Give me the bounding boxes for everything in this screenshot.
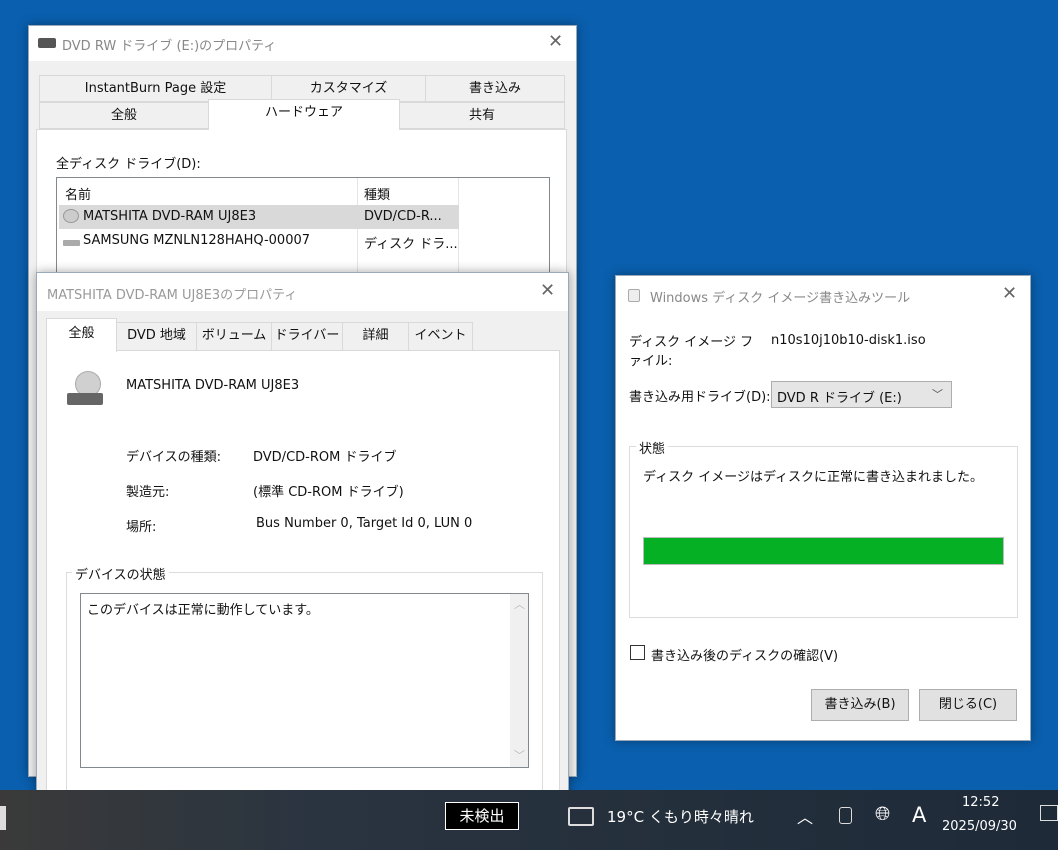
verify-label[interactable]: 書き込み後のディスクの確認(V) [651,645,838,664]
tab-details[interactable]: 詳細 [342,322,409,351]
row-name: SAMSUNG MZNLN128HAHQ-00007 [83,233,311,248]
optical-drive-icon [63,209,79,223]
chevron-up-icon[interactable]: ︿ [797,804,813,828]
ime-mode-indicator[interactable]: A [912,803,926,827]
tab-dvd-region[interactable]: DVD 地域 [116,322,197,351]
drives-label: 全ディスク ドライブ(D): [56,157,201,172]
clock-time[interactable]: 12:52 [962,795,999,810]
drive-select-value: DVD R ドライブ (E:) [777,391,902,406]
device-name: MATSHITA DVD-RAM UJ8E3 [126,378,300,393]
close-icon[interactable]: ✕ [1002,283,1017,304]
burn-button[interactable]: 書き込み(B) [811,689,909,721]
taskbar: 未検出 19°C くもり時々晴れ ︿ 🌐︎ A 12:52 2025/09/30 [0,790,1058,850]
close-icon[interactable]: ✕ [540,280,555,301]
device-status-text: このデバイスは正常に動作しています。 [87,603,319,618]
scroll-up-icon[interactable]: ︿ [514,596,525,612]
drives-list[interactable]: 名前 種類 MATSHITA DVD-RAM UJ8E3 DVD/CD-R...… [56,177,550,288]
tab-events[interactable]: イベント [408,322,473,351]
tab-burn[interactable]: 書き込み [425,75,565,102]
row-type: ディスク ドラ... [364,237,458,252]
progress-bar [643,537,1004,565]
manufacturer-value: (標準 CD-ROM ドライブ) [253,485,404,500]
device-status-label: デバイスの状態 [72,564,169,583]
tab-general[interactable]: 全般 [46,318,117,352]
optical-drive-icon [67,371,105,409]
chevron-down-icon: ﹀ [932,388,943,401]
row-name: MATSHITA DVD-RAM UJ8E3 [83,209,257,224]
clock-date[interactable]: 2025/09/30 [942,819,1017,834]
list-row[interactable]: MATSHITA DVD-RAM UJ8E3 DVD/CD-R... [59,205,459,229]
close-icon[interactable]: ✕ [548,31,563,52]
weather-text[interactable]: 19°C くもり時々晴れ [607,806,754,827]
column-header-name[interactable]: 名前 [65,184,91,203]
disk-drive-icon [63,240,80,246]
title-bar: MATSHITA DVD-RAM UJ8E3のプロパティ ✕ [37,273,568,311]
file-value: n10s10j10b10-disk1.iso [771,333,926,348]
device-status-textbox[interactable]: このデバイスは正常に動作しています。 ︿ ﹀ [80,593,529,768]
tab-instantburn[interactable]: InstantBurn Page 設定 [39,75,272,102]
title-bar: Windows ディスク イメージ書き込みツール ✕ [616,276,1030,313]
drive-select[interactable]: DVD R ドライブ (E:) ﹀ [771,381,952,408]
dvd-drive-icon [38,38,56,48]
drive-label: 書き込み用ドライブ(D): [629,390,771,405]
news-icon[interactable] [568,807,594,826]
progress-fill [644,538,1003,564]
device-type-value: DVD/CD-ROM ドライブ [253,450,397,465]
scroll-down-icon[interactable]: ﹀ [514,747,525,763]
row-type: DVD/CD-R... [364,209,442,224]
network-globe-icon[interactable]: 🌐︎ [875,803,890,825]
close-button[interactable]: 閉じる(C) [919,689,1017,721]
disc-image-burner-window: Windows ディスク イメージ書き込みツール ✕ ディスク イメージ ファイ… [615,275,1031,741]
column-header-type[interactable]: 種類 [364,184,390,203]
status-text: ディスク イメージはディスクに正常に書き込まれました。 [643,470,984,485]
tab-hardware[interactable]: ハードウェア [208,99,400,130]
app-icon[interactable] [0,806,6,830]
file-label: ディスク イメージ ファイル: [629,335,754,369]
general-panel: MATSHITA DVD-RAM UJ8E3 デバイスの種類: DVD/CD-R… [46,350,560,832]
list-row[interactable]: SAMSUNG MZNLN128HAHQ-00007 ディスク ドラ... [59,229,459,253]
tab-volume[interactable]: ボリューム [196,322,272,351]
device-properties-window: MATSHITA DVD-RAM UJ8E3のプロパティ ✕ 全般 DVD 地域… [36,272,569,832]
location-value: Bus Number 0, Target Id 0, LUN 0 [256,516,473,531]
scrollbar[interactable]: ︿ ﹀ [510,594,528,767]
notification-icon[interactable] [1040,805,1058,821]
window-title: DVD RW ドライブ (E:)のプロパティ [62,39,277,54]
window-title: Windows ディスク イメージ書き込みツール [650,291,911,306]
window-title: MATSHITA DVD-RAM UJ8E3のプロパティ [47,288,298,303]
location-label: 場所: [126,520,157,535]
status-group-label: 状態 [636,438,669,457]
manufacturer-label: 製造元: [126,485,170,500]
tab-customize[interactable]: カスタマイズ [271,75,426,102]
title-bar: DVD RW ドライブ (E:)のプロパティ ✕ [29,26,576,61]
tab-general[interactable]: 全般 [39,102,209,129]
tab-driver[interactable]: ドライバー [271,322,343,351]
burner-app-icon [628,289,640,302]
tab-sharing[interactable]: 共有 [399,102,565,129]
verify-checkbox[interactable] [630,645,645,660]
ime-status-tooltip: 未検出 [445,802,519,830]
meet-now-icon[interactable] [839,807,852,824]
device-type-label: デバイスの種類: [126,450,221,465]
